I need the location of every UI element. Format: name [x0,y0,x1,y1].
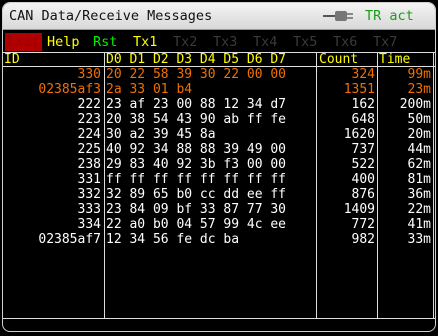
row-id: 334 [77,217,101,232]
window-title: CAN Data/Receive Messages [9,8,213,24]
plug-icon [323,11,353,21]
can-receive-screen: CAN Data/Receive Messages TR act Exit He… [2,2,436,332]
row-id: 223 [77,112,101,127]
table-row[interactable]: 225 40 92 34 88 88 39 49 00 737 44m [3,142,435,157]
table-row[interactable]: 334 22 a0 b0 04 57 99 4c ee 772 41m [3,217,435,232]
table-row[interactable]: 02385af7 12 34 56 fe dc ba 982 33m [3,232,435,247]
row-count: 522 [351,157,375,172]
toolbar: Exit Help Rst Tx1 Tx2 Tx3 Tx4 Tx5 Tx6 Tx… [3,33,435,51]
row-data: 40 92 34 88 88 39 49 00 [106,142,287,157]
status-label: TR act [365,8,414,24]
table-row[interactable]: 333 23 84 09 bf 33 87 77 30 1409 22m [3,202,435,217]
row-time: 81m [407,172,431,187]
row-time: 41m [407,217,431,232]
row-id: 330 [77,67,101,82]
table-row[interactable]: 332 32 89 65 b0 cc dd ee ff 876 36m [3,187,435,202]
table-row[interactable]: 238 29 83 40 92 3b f3 00 00 522 62m [3,157,435,172]
row-time: 200m [399,97,431,112]
row-data: 20 38 54 43 90 ab ff fe [106,112,287,127]
tx5-button[interactable]: Tx5 [293,33,317,51]
row-id: 238 [77,157,101,172]
row-count: 324 [351,67,375,82]
tx6-button[interactable]: Tx6 [333,33,357,51]
exit-button[interactable]: Exit [5,33,42,51]
row-time: 36m [407,187,431,202]
row-id: 02385af7 [38,232,101,247]
row-id: 02385af3 [38,82,101,97]
tx7-button[interactable]: Tx7 [373,33,397,51]
row-data: 20 22 58 39 30 22 00 00 [106,67,287,82]
message-table: ID D0 D1 D2 D3 D4 D5 D6 D7 Count Time 33… [3,52,435,319]
table-header: ID D0 D1 D2 D3 D4 D5 D6 D7 Count Time [3,53,435,66]
row-time: 50m [407,112,431,127]
row-id: 331 [77,172,101,187]
row-time: 20m [407,127,431,142]
row-id: 333 [77,202,101,217]
table-row[interactable]: 222 23 af 23 00 88 12 34 d7 162 200m [3,97,435,112]
reset-button[interactable]: Rst [93,33,117,51]
tx3-button[interactable]: Tx3 [213,33,237,51]
row-data: 2a 33 01 b4 [106,82,193,97]
row-id: 224 [77,127,101,142]
row-time: 33m [407,232,431,247]
row-count: 400 [351,172,375,187]
row-time: 23m [407,82,431,97]
row-data: 23 84 09 bf 33 87 77 30 [106,202,287,217]
row-count: 876 [351,187,375,202]
header-count: Count [319,52,359,67]
row-data: 29 83 40 92 3b f3 00 00 [106,157,287,172]
row-time: 44m [407,142,431,157]
row-data: 22 a0 b0 04 57 99 4c ee [106,217,287,232]
row-time: 99m [407,67,431,82]
tx2-button[interactable]: Tx2 [173,33,197,51]
table-row[interactable]: 02385af3 2a 33 01 b4 1351 23m [3,82,435,97]
row-data: 32 89 65 b0 cc dd ee ff [106,187,287,202]
row-id: 222 [77,97,101,112]
table-row[interactable]: 330 20 22 58 39 30 22 00 00 324 99m [3,67,435,82]
row-data: 23 af 23 00 88 12 34 d7 [106,97,287,112]
row-time: 62m [407,157,431,172]
help-button[interactable]: Help [47,33,80,51]
row-id: 225 [77,142,101,157]
row-data: 12 34 56 fe dc ba [106,232,240,247]
row-time: 22m [407,202,431,217]
row-count: 1409 [343,202,375,217]
row-id: 332 [77,187,101,202]
table-row[interactable]: 223 20 38 54 43 90 ab ff fe 648 50m [3,112,435,127]
header-time: Time [379,52,411,67]
row-count: 1620 [343,127,375,142]
table-row[interactable]: 331 ff ff ff ff ff ff ff ff 400 81m [3,172,435,187]
row-count: 648 [351,112,375,127]
row-count: 1351 [343,82,375,97]
row-count: 737 [351,142,375,157]
row-count: 162 [351,97,375,112]
tx4-button[interactable]: Tx4 [253,33,277,51]
header-data: D0 D1 D2 D3 D4 D5 D6 D7 [106,52,287,67]
table-row[interactable]: 224 30 a2 39 45 8a 1620 20m [3,127,435,142]
row-count: 772 [351,217,375,232]
row-count: 982 [351,232,375,247]
row-data: 30 a2 39 45 8a [106,127,216,142]
tx1-button[interactable]: Tx1 [133,33,157,51]
row-data: ff ff ff ff ff ff ff ff [106,172,287,187]
header-id: ID [4,52,20,67]
title-bar: CAN Data/Receive Messages TR act [3,3,435,30]
